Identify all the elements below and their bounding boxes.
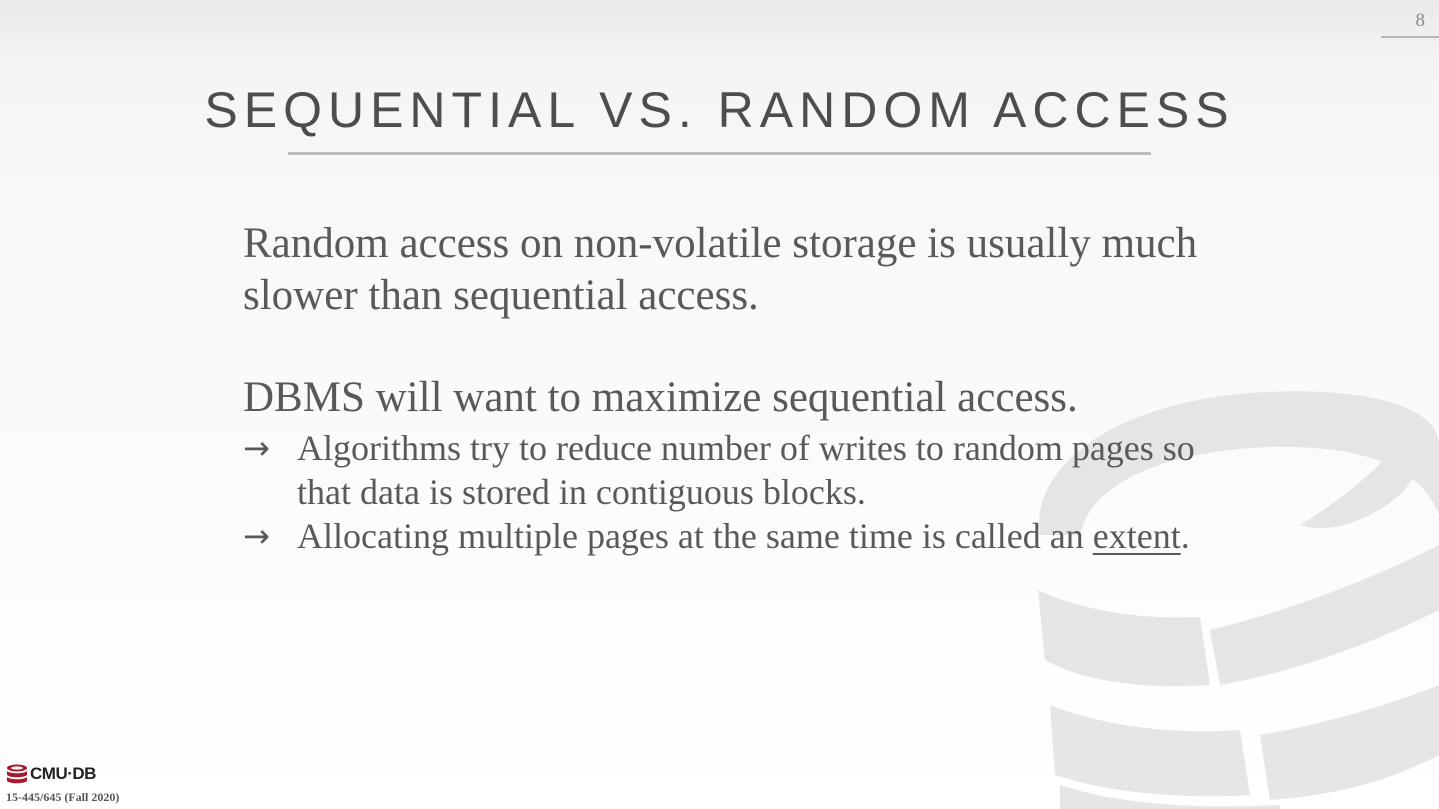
slide-number-divider	[1381, 36, 1439, 38]
footer-logo-text: CMU·DB	[30, 764, 96, 783]
arrow-right-icon: →	[243, 517, 270, 555]
term-extent: extent	[1092, 516, 1181, 556]
sub-bullet-text: Algorithms try to reduce number of write…	[297, 428, 1195, 512]
slide-title: SEQUENTIAL VS. RANDOM ACCESS	[204, 82, 1235, 138]
database-stack-icon	[7, 764, 27, 784]
sub-bullet-list: → Algorithms try to reduce number of wri…	[243, 426, 1203, 558]
sub-bullet-text: Allocating multiple pages at the same ti…	[297, 516, 1084, 556]
footer-logo: CMU·DB	[6, 764, 96, 784]
arrow-right-icon: →	[243, 429, 270, 467]
sub-bullet-extent: → Allocating multiple pages at the same …	[243, 514, 1203, 558]
body-paragraph-dbms: DBMS will want to maximize sequential ac…	[243, 374, 1078, 421]
body-paragraph-random-access: Random access on non-volatile storage is…	[243, 220, 1198, 319]
sub-bullet-period: .	[1180, 516, 1190, 556]
title-underline	[288, 152, 1151, 155]
slide-body: Random access on non-volatile storage is…	[243, 218, 1203, 558]
slide-number: 8	[1415, 10, 1426, 31]
course-label: 15-445/645 (Fall 2020)	[6, 790, 120, 804]
sub-bullet-algorithms: → Algorithms try to reduce number of wri…	[243, 426, 1203, 514]
